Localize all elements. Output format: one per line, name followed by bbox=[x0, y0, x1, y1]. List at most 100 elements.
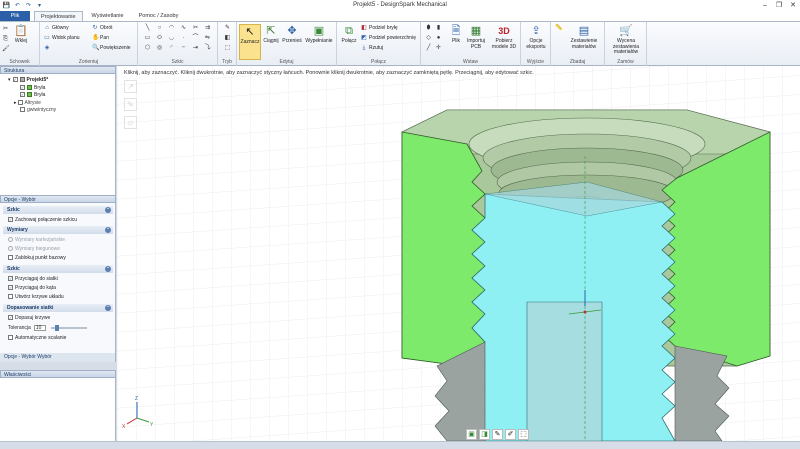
view-section-icon[interactable]: ◨ bbox=[479, 429, 490, 440]
select-button[interactable]: ↖ Zaznacz bbox=[239, 24, 261, 60]
pan-button[interactable]: ✋ Pan bbox=[92, 35, 109, 41]
ellipse-icon[interactable]: ⬭ bbox=[156, 35, 163, 42]
tree-item-body-1[interactable]: ✓ Bryła bbox=[20, 84, 45, 91]
tree-item-project[interactable]: ▾ ✓ Projekt5* bbox=[8, 76, 48, 83]
tree-item-group[interactable]: ▸ Altrysie bbox=[14, 99, 41, 106]
move-button[interactable]: ✥ Przenieś bbox=[281, 24, 303, 45]
close-button[interactable]: ✕ bbox=[786, 0, 800, 11]
offset-icon[interactable]: ⇉ bbox=[204, 25, 211, 32]
tree-item-body-2[interactable]: ✓ Bryła bbox=[20, 91, 45, 98]
visibility-checkbox[interactable]: ✓ bbox=[20, 85, 25, 90]
copy-icon[interactable]: ⎘ bbox=[2, 36, 9, 43]
sketch-plane-tool-icon[interactable]: ▱ bbox=[124, 116, 137, 129]
minimize-button[interactable]: – bbox=[758, 0, 772, 11]
section-dimensions[interactable]: Wymiary ⌃ bbox=[3, 226, 113, 234]
axis-icon[interactable]: ╱ bbox=[425, 45, 432, 52]
construction-line-icon[interactable]: ┄ bbox=[180, 45, 187, 52]
radio[interactable] bbox=[8, 237, 13, 242]
download-3d-button[interactable]: 3D Pobierz modele 3D bbox=[489, 24, 519, 50]
section-sketch-2[interactable]: Szkic ⌃ bbox=[3, 265, 113, 273]
insert-file-button[interactable]: 🗎 Plik bbox=[448, 24, 464, 45]
tree-item-curves[interactable]: gwiwintyczny bbox=[20, 106, 56, 113]
bend-icon[interactable]: ⤵ bbox=[204, 45, 211, 52]
section-sketch[interactable]: Szkic ⌃ bbox=[3, 206, 113, 214]
checkbox[interactable]: ✓ bbox=[8, 276, 13, 281]
option-auto-merge[interactable]: Automatyczne scalanie bbox=[8, 334, 66, 341]
arc-icon[interactable]: ◠ bbox=[168, 25, 175, 32]
cut-icon[interactable]: ✂ bbox=[2, 26, 9, 33]
circle-icon[interactable]: ○ bbox=[156, 25, 163, 32]
sketch-tool-icon[interactable]: ↗ bbox=[124, 80, 137, 93]
visibility-checkbox[interactable]: ✓ bbox=[20, 92, 25, 97]
option-cartesian[interactable]: Wymiary kartezjańskie bbox=[8, 236, 65, 243]
mirror-icon[interactable]: ⇋ bbox=[204, 35, 211, 42]
split-face-button[interactable]: ◩ Podziel powierzchnię bbox=[361, 35, 416, 41]
tolerance-slider[interactable] bbox=[50, 324, 87, 331]
three-point-arc-icon[interactable]: ◜ bbox=[168, 45, 175, 52]
structure-header[interactable]: Struktura bbox=[0, 66, 116, 74]
expand-icon[interactable]: ▸ bbox=[14, 100, 17, 106]
box-icon[interactable]: ▮ bbox=[435, 25, 442, 32]
model-canvas[interactable]: Z X Y bbox=[117, 66, 800, 441]
radio[interactable] bbox=[8, 246, 13, 251]
trim-icon[interactable]: ✂ bbox=[192, 25, 199, 32]
option-fit-curves[interactable]: ✓ Dopasuj krzywe bbox=[8, 314, 50, 321]
sphere-icon[interactable]: ● bbox=[435, 35, 442, 42]
extend-icon[interactable]: ⇥ bbox=[192, 45, 199, 52]
rotate-button[interactable]: ↻ Obrót bbox=[92, 25, 112, 31]
option-snap-angle[interactable]: ✓ Przyciągaj do kąta bbox=[8, 284, 56, 291]
maximize-button[interactable]: ❐ bbox=[772, 0, 786, 11]
collapse-icon[interactable]: ⌃ bbox=[105, 207, 111, 213]
3d-viewport[interactable]: Z X Y Kliknij, aby zaznaczyć. Kliknij dw… bbox=[117, 66, 800, 441]
sketch-line-tool-icon[interactable]: ✎ bbox=[124, 98, 137, 111]
fill-button[interactable]: ▣ Wypełnianie bbox=[304, 24, 334, 45]
option-keep-sketch[interactable]: ✓ Zachowaj połączenie szkicu bbox=[8, 216, 77, 223]
3d-mode-icon[interactable]: ⬚ bbox=[224, 45, 231, 52]
options-header[interactable]: Opcje - Wybór bbox=[0, 195, 116, 203]
collapse-icon[interactable]: ⌃ bbox=[105, 227, 111, 233]
project-button[interactable]: ⤓ Rzutuj bbox=[361, 45, 384, 51]
left-cut-face[interactable] bbox=[401, 131, 486, 367]
pull-button[interactable]: ⇱ Ciągnij bbox=[262, 24, 280, 45]
tab-help[interactable]: Pomoc / Zasoby bbox=[133, 11, 185, 21]
checkbox[interactable] bbox=[8, 335, 13, 340]
paste-button[interactable]: 📋 Wklej bbox=[10, 24, 32, 45]
view-cube-button[interactable]: ◈ bbox=[44, 45, 52, 51]
view-3d-icon[interactable]: ⬚ bbox=[518, 429, 529, 440]
zoom-button[interactable]: 🔍 Powiększenie bbox=[92, 45, 131, 51]
fillet-icon[interactable]: ⌒ bbox=[192, 35, 199, 42]
tab-design[interactable]: Projektowanie bbox=[34, 11, 83, 21]
home-view-button[interactable]: ⌂ Główny bbox=[44, 25, 69, 31]
origin-icon[interactable]: ✛ bbox=[435, 45, 442, 52]
tab-display[interactable]: Wyświetlanie bbox=[86, 11, 130, 21]
checkbox[interactable]: ✓ bbox=[8, 217, 13, 222]
expand-icon[interactable]: ▾ bbox=[8, 77, 11, 83]
options-panel-tabs[interactable]: Opcje - Wybór Wybór bbox=[0, 353, 116, 362]
option-polar[interactable]: Wymiary biegunowe bbox=[8, 245, 60, 252]
spline-icon[interactable]: ∿ bbox=[180, 25, 187, 32]
plane-icon[interactable]: ◇ bbox=[425, 35, 432, 42]
checkbox[interactable] bbox=[8, 294, 13, 299]
properties-header[interactable]: Właściwości bbox=[0, 370, 116, 378]
split-body-button[interactable]: ◧ Podziel bryłę bbox=[361, 25, 397, 31]
visibility-checkbox[interactable] bbox=[20, 107, 25, 112]
view-sketch-icon[interactable]: ✐ bbox=[505, 429, 516, 440]
import-pcb-button[interactable]: ▦ Importuj PCB bbox=[465, 24, 487, 50]
rectangle-icon[interactable]: ▭ bbox=[144, 35, 151, 42]
checkbox[interactable] bbox=[8, 255, 13, 260]
view-edit-icon[interactable]: ✎ bbox=[492, 429, 503, 440]
visibility-checkbox[interactable] bbox=[17, 100, 23, 105]
plan-view-button[interactable]: ▭ Widok planu bbox=[44, 35, 79, 41]
sketch-mode-icon[interactable]: ✎ bbox=[224, 25, 231, 32]
option-lock-base[interactable]: Zablokuj punkt bazowy bbox=[8, 254, 66, 261]
visibility-checkbox[interactable]: ✓ bbox=[12, 77, 18, 82]
collapse-icon[interactable]: ⌃ bbox=[105, 266, 111, 272]
option-snap-grid[interactable]: ✓ Przyciągaj do siatki bbox=[8, 275, 58, 282]
view-solid-icon[interactable]: ▣ bbox=[466, 429, 477, 440]
bom-quote-button[interactable]: 🛒 Wycena zestawienia materiałów bbox=[607, 24, 645, 56]
three-point-circle-icon[interactable]: ◎ bbox=[156, 45, 163, 52]
collapse-icon[interactable]: ⌃ bbox=[105, 305, 111, 311]
slider-thumb[interactable] bbox=[54, 324, 59, 331]
format-painter-icon[interactable]: 🖌 bbox=[2, 46, 10, 53]
polygon-icon[interactable]: ⬡ bbox=[144, 45, 151, 52]
